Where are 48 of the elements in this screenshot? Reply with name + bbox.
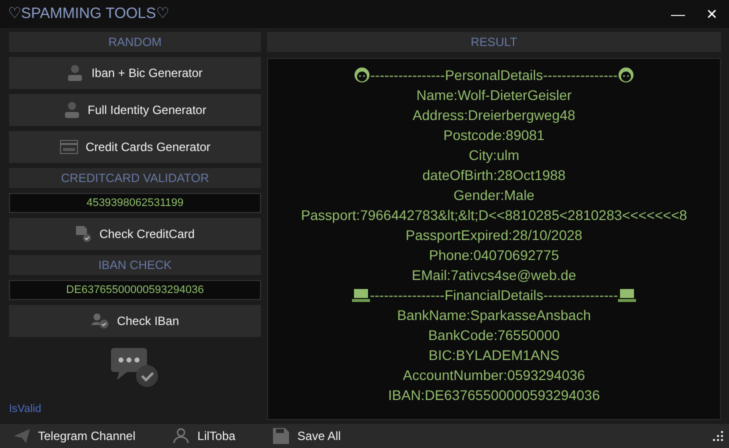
close-button[interactable]: ✕ (695, 0, 729, 28)
person-icon (67, 64, 84, 82)
users-check-icon (90, 313, 109, 329)
section-heading: CREDITCARD VALIDATOR (9, 168, 261, 188)
action-button[interactable]: Check IBan (9, 305, 261, 337)
result-line: BankName:SparkasseAnsbach (397, 306, 591, 325)
chat-check-icon (111, 346, 159, 388)
action-button[interactable]: Iban + Bic Generator (9, 57, 261, 89)
paper-plane-icon (14, 429, 30, 443)
result-line: City:ulm (468, 146, 520, 165)
result-line: Name:Wolf-DieterGeisler (416, 86, 572, 105)
laptop-icon (352, 288, 370, 302)
person-icon (64, 101, 80, 119)
result-line: BIC:BYLADEM1ANS (428, 346, 560, 365)
result-line: Address:Dreierbergweg48 (412, 106, 576, 125)
section-heading: IBAN CHECK (9, 255, 261, 275)
action-button[interactable]: Full Identity Generator (9, 94, 261, 126)
section-title: ----------------PersonalDetails---------------- (370, 66, 618, 85)
result-line: BankCode:76550000 (428, 326, 560, 345)
document-check-icon (75, 225, 92, 243)
credit-card-icon (60, 140, 78, 154)
result-line: Gender:Male (454, 186, 534, 205)
resize-grip-icon (713, 431, 723, 441)
status-bar-button[interactable]: Save All (265, 427, 349, 445)
minimize-button[interactable]: — (661, 0, 695, 28)
result-line: Phone:04070692775 (428, 246, 560, 265)
face-icon (354, 67, 370, 83)
face-icon (618, 67, 634, 83)
result-line: AccountNumber:0593294036 (402, 366, 586, 385)
status-bar-button[interactable]: Telegram Channel (6, 427, 144, 445)
action-button[interactable]: Check CreditCard (9, 218, 261, 250)
result-line: Postcode:89081 (443, 126, 545, 145)
window-title: ♡SPAMMING TOOLS♡ (7, 4, 170, 24)
user-icon (173, 428, 190, 444)
result-line: PassportExpired:28/10/2028 (406, 226, 582, 245)
input-field[interactable]: DE63765500000593294036 (9, 280, 261, 300)
section-heading: RESULT (267, 32, 721, 52)
result-line: Passport:7966442783&lt;&lt;D<<8810285<2810283<<<<<<<8 (300, 206, 688, 225)
action-button[interactable]: Credit Cards Generator (9, 131, 261, 163)
section-heading: RANDOM (9, 32, 261, 52)
input-field[interactable]: 4539398062531199 (9, 193, 261, 213)
result-line: EMail:7ativcs4se@web.de (412, 266, 576, 285)
result-line: dateOfBirth:28Oct1988 (422, 166, 566, 185)
result-line: IBAN:DE63765500000593294036 (388, 386, 600, 405)
status-bar-button[interactable]: LilToba (165, 427, 244, 445)
status-text: IsValid (9, 403, 42, 415)
laptop-icon (618, 288, 636, 302)
section-title: ----------------FinancialDetails---------------- (370, 286, 618, 305)
